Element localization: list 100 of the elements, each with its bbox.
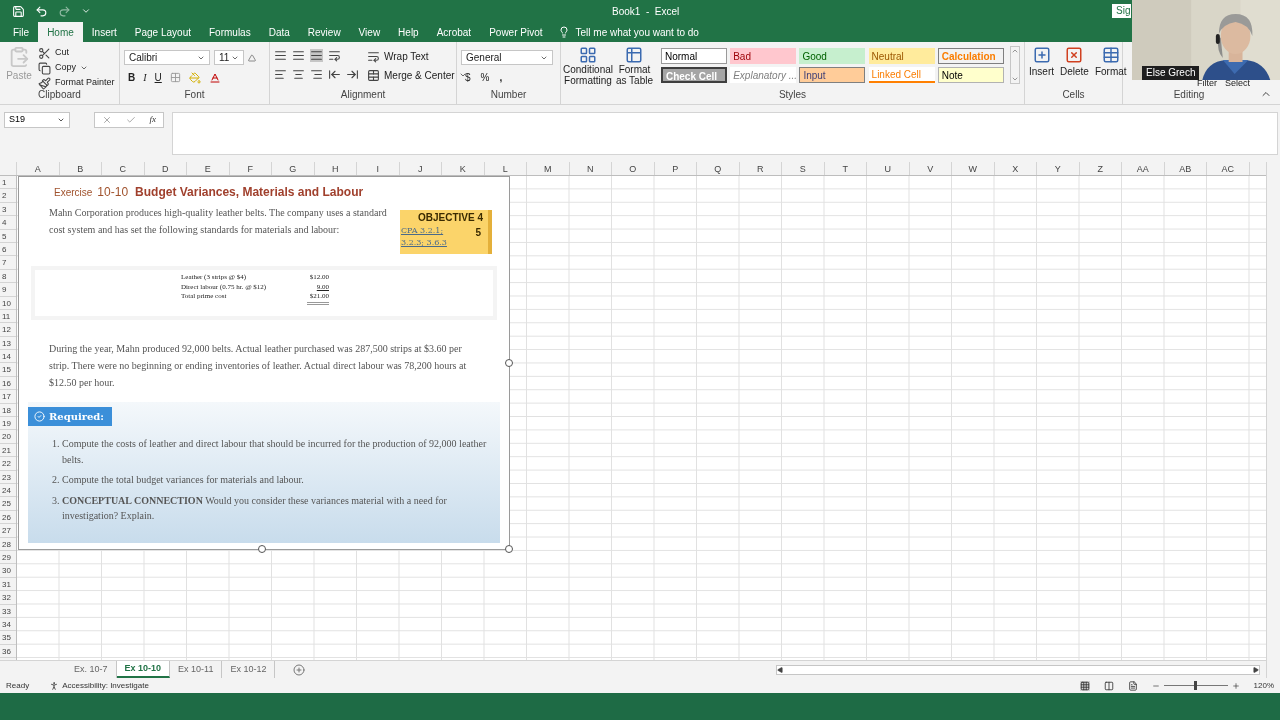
column-header[interactable]: F: [229, 162, 272, 175]
number-format-dropdown[interactable]: General: [461, 50, 553, 65]
column-header[interactable]: U: [867, 162, 910, 175]
row-header[interactable]: 4: [0, 216, 16, 230]
column-header[interactable]: I: [357, 162, 400, 175]
column-header[interactable]: A: [17, 162, 60, 175]
tell-me-search[interactable]: Tell me what you want to do: [575, 24, 699, 40]
row-header[interactable]: 7: [0, 256, 16, 270]
row-header[interactable]: 3: [0, 202, 16, 217]
row-header[interactable]: 10: [0, 296, 16, 310]
row-header[interactable]: 30: [0, 564, 16, 578]
sheet-tab[interactable]: Ex 10-10: [116, 661, 171, 678]
row-header[interactable]: 20: [0, 430, 16, 444]
cell-style[interactable]: Normal: [660, 48, 727, 64]
column-header[interactable]: D: [144, 162, 187, 175]
column-header[interactable]: J: [399, 162, 442, 175]
column-header[interactable]: L: [484, 162, 527, 175]
row-header[interactable]: 13: [0, 336, 16, 351]
ribbon-tab[interactable]: Review: [298, 22, 350, 42]
column-header[interactable]: M: [527, 162, 570, 175]
column-header[interactable]: E: [187, 162, 230, 175]
column-header[interactable]: W: [952, 162, 995, 175]
ribbon-tab[interactable]: Page Layout: [125, 22, 200, 42]
column-header[interactable]: P: [654, 162, 697, 175]
cell-style[interactable]: Explanatory ...: [730, 67, 797, 83]
row-header[interactable]: 21: [0, 443, 16, 458]
ribbon-tab[interactable]: Acrobat: [427, 22, 481, 42]
column-header[interactable]: AA: [1122, 162, 1165, 175]
cell-style[interactable]: Good: [799, 48, 866, 64]
editing-button[interactable]: Select: [1225, 76, 1250, 90]
insert-function-button[interactable]: fx: [149, 113, 157, 127]
row-header[interactable]: 35: [0, 631, 16, 645]
row-header[interactable]: 8: [0, 269, 16, 284]
ribbon-tab[interactable]: File: [4, 22, 39, 42]
underline-button[interactable]: U: [154, 70, 162, 85]
font-name-dropdown[interactable]: Calibri: [124, 50, 210, 65]
column-header[interactable]: AC: [1207, 162, 1250, 175]
copy-button[interactable]: Copy: [38, 61, 115, 75]
column-header[interactable]: T: [824, 162, 867, 175]
row-header[interactable]: 32: [0, 591, 16, 605]
formula-input[interactable]: [172, 112, 1278, 155]
column-header[interactable]: Z: [1079, 162, 1122, 175]
column-header[interactable]: AB: [1164, 162, 1207, 175]
row-header[interactable]: 23: [0, 470, 16, 484]
column-header[interactable]: K: [442, 162, 485, 175]
ribbon-tab[interactable]: Help: [389, 22, 428, 42]
resize-handle[interactable]: [505, 359, 513, 367]
resize-handle[interactable]: [505, 545, 513, 553]
percent-button[interactable]: %: [480, 70, 490, 85]
name-box[interactable]: S19: [4, 112, 70, 128]
ribbon-tab[interactable]: Insert: [82, 22, 126, 42]
row-header[interactable]: 25: [0, 497, 16, 511]
cell-style[interactable]: Neutral: [868, 48, 935, 64]
row-header[interactable]: 29: [0, 550, 16, 565]
cell-style[interactable]: Input: [799, 67, 866, 83]
zoom-thumb[interactable]: [1194, 681, 1198, 690]
cells-button[interactable]: Format: [1094, 46, 1127, 90]
embedded-picture-frame[interactable]: [18, 176, 510, 550]
currency-button[interactable]: $: [465, 70, 471, 85]
column-header[interactable]: X: [994, 162, 1037, 175]
bold-button[interactable]: B: [128, 70, 136, 85]
column-header[interactable]: S: [782, 162, 825, 175]
column-header[interactable]: N: [569, 162, 612, 175]
ribbon-tab[interactable]: Data: [259, 22, 299, 42]
ribbon-tab[interactable]: View: [349, 22, 390, 42]
ribbon-tab[interactable]: Formulas: [200, 22, 260, 42]
column-header[interactable]: G: [272, 162, 315, 175]
editing-button[interactable]: Filter: [1197, 76, 1217, 90]
resize-handle[interactable]: [258, 545, 266, 553]
cells-button[interactable]: Delete: [1060, 46, 1089, 90]
cpa-link[interactable]: CPA 3.2.1; 3.2.3; 3.6.3: [401, 225, 467, 249]
row-header[interactable]: 14: [0, 350, 16, 364]
zoom-level[interactable]: 120%: [1253, 679, 1274, 692]
ribbon-tab[interactable]: Power Pivot: [480, 22, 552, 42]
row-header[interactable]: 28: [0, 537, 16, 551]
column-header[interactable]: V: [909, 162, 952, 175]
column-header[interactable]: Q: [697, 162, 740, 175]
cell-style[interactable]: Note: [937, 67, 1004, 83]
column-header[interactable]: C: [102, 162, 145, 175]
row-header[interactable]: 36: [0, 644, 16, 659]
row-header[interactable]: 24: [0, 484, 16, 498]
cell-style[interactable]: Bad: [730, 48, 797, 64]
row-header[interactable]: 2: [0, 189, 16, 203]
row-header[interactable]: 26: [0, 510, 16, 525]
row-header[interactable]: 5: [0, 229, 16, 243]
row-header[interactable]: 18: [0, 403, 16, 418]
ribbon-tab[interactable]: Home: [38, 22, 83, 42]
row-header[interactable]: 15: [0, 363, 16, 377]
format-as-table-button[interactable]: Format as Table: [615, 46, 654, 86]
column-header[interactable]: Y: [1037, 162, 1080, 175]
font-size-dropdown[interactable]: 11: [214, 50, 244, 65]
row-header[interactable]: 19: [0, 417, 16, 431]
row-header[interactable]: 1: [0, 176, 16, 190]
accessibility-status[interactable]: Accessibility: Investigate: [62, 679, 149, 692]
row-header[interactable]: 27: [0, 524, 16, 538]
row-header[interactable]: 31: [0, 577, 16, 592]
row-header[interactable]: 6: [0, 242, 16, 257]
cells-button[interactable]: Insert: [1029, 46, 1054, 90]
italic-button[interactable]: I: [143, 70, 147, 85]
format-painter-button[interactable]: Format Painter: [38, 76, 115, 90]
